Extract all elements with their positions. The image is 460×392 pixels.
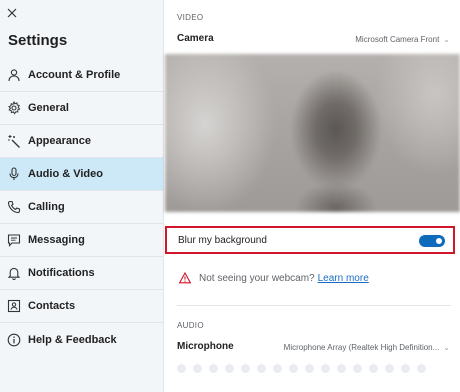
toggle-knob	[436, 238, 442, 244]
mic-level-dot	[321, 364, 330, 373]
sidebar-item-label: Help & Feedback	[28, 333, 117, 346]
mic-level-dot	[385, 364, 394, 373]
sidebar-item-help-feedback[interactable]: Help & Feedback	[0, 323, 164, 356]
phone-icon	[6, 199, 22, 215]
sidebar-item-label: Notifications	[28, 267, 95, 279]
video-section-label: VIDEO	[177, 13, 204, 22]
blur-background-label: Blur my background	[178, 234, 267, 246]
sidebar-item-messaging[interactable]: Messaging	[0, 224, 164, 257]
mic-level-dot	[305, 364, 314, 373]
sidebar-item-label: General	[28, 102, 69, 114]
webcam-note-text: Not seeing your webcam?	[199, 272, 315, 284]
chat-bubble-icon	[6, 232, 22, 248]
mic-level-dot	[289, 364, 298, 373]
settings-nav: Account & Profile General Appearance Aud…	[0, 59, 164, 356]
sidebar-item-notifications[interactable]: Notifications	[0, 257, 164, 290]
warning-icon	[178, 271, 192, 284]
sidebar-item-label: Account & Profile	[28, 69, 121, 81]
blur-background-toggle[interactable]	[419, 235, 445, 247]
mic-level-dot	[209, 364, 218, 373]
mic-level-dot	[273, 364, 282, 373]
sidebar-item-label: Appearance	[28, 135, 91, 147]
audio-video-panel: VIDEO Camera Microsoft Camera Front ⌄ Bl…	[165, 0, 460, 392]
webcam-help-note: Not seeing your webcam? Learn more	[178, 271, 369, 284]
section-divider	[177, 305, 451, 306]
contact-card-icon	[6, 298, 22, 314]
sidebar-item-label: Audio & Video	[28, 168, 103, 180]
sidebar-item-label: Calling	[28, 201, 65, 213]
mic-level-dot	[337, 364, 346, 373]
mic-level-dot	[401, 364, 410, 373]
microphone-level-meter	[177, 364, 426, 373]
camera-label: Camera	[177, 33, 214, 44]
microphone-icon	[6, 166, 22, 182]
sidebar-item-label: Messaging	[28, 234, 85, 246]
sidebar-item-general[interactable]: General	[0, 92, 164, 125]
camera-preview	[165, 54, 460, 212]
audio-section-label: AUDIO	[177, 321, 204, 330]
microphone-dropdown[interactable]: Microphone Array (Realtek High Definitio…	[284, 343, 450, 352]
learn-more-link[interactable]: Learn more	[318, 273, 369, 284]
mic-level-dot	[353, 364, 362, 373]
mic-level-dot	[369, 364, 378, 373]
mic-level-dot	[241, 364, 250, 373]
magic-wand-icon	[6, 133, 22, 149]
person-icon	[6, 67, 22, 83]
sidebar-item-label: Contacts	[28, 300, 76, 312]
microphone-dropdown-value: Microphone Array (Realtek High Definitio…	[283, 343, 440, 352]
blur-background-row: Blur my background	[165, 226, 455, 254]
mic-level-dot	[193, 364, 202, 373]
mic-level-dot	[257, 364, 266, 373]
sidebar-item-calling[interactable]: Calling	[0, 191, 164, 224]
mic-level-dot	[225, 364, 234, 373]
settings-title: Settings	[8, 32, 68, 49]
sidebar-item-appearance[interactable]: Appearance	[0, 125, 164, 158]
chevron-down-icon: ⌄	[443, 35, 450, 44]
mic-level-dot	[417, 364, 426, 373]
camera-dropdown[interactable]: Microsoft Camera Front ⌄	[355, 35, 450, 44]
chevron-down-icon: ⌄	[443, 343, 450, 352]
sidebar-item-contacts[interactable]: Contacts	[0, 290, 164, 323]
sidebar-item-audio-video[interactable]: Audio & Video	[0, 158, 164, 191]
settings-sidebar: Settings Account & Profile General Appea…	[0, 0, 164, 392]
close-icon[interactable]	[5, 6, 19, 20]
sidebar-item-account-profile[interactable]: Account & Profile	[0, 59, 164, 92]
info-icon	[6, 332, 22, 348]
gear-icon	[6, 100, 22, 116]
microphone-label: Microphone	[177, 341, 234, 352]
bell-icon	[6, 265, 22, 281]
mic-level-dot	[177, 364, 186, 373]
camera-dropdown-value: Microsoft Camera Front	[355, 35, 440, 44]
